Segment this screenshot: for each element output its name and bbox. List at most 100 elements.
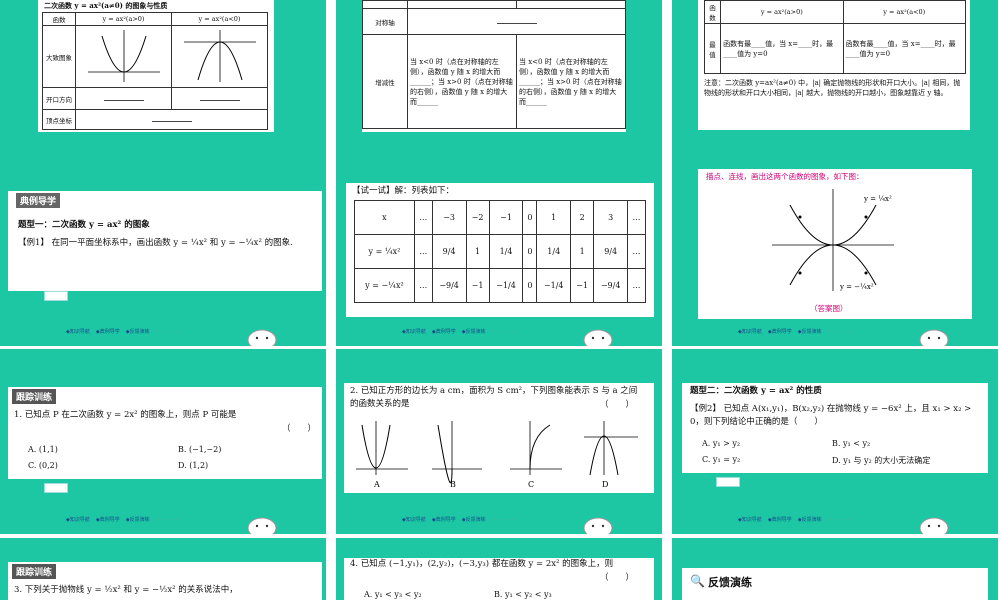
value-cell: …	[413, 200, 433, 235]
nav-button[interactable]	[716, 477, 740, 487]
slide-6: 描点、连线，画出这两个函数的图象，如下图： y = ¼x² y = −¼x² （…	[672, 161, 998, 346]
value-cell: 1/4	[488, 234, 524, 269]
footer-nav[interactable]: ◆知识导航◆典例导学◆反馈演练··········	[738, 516, 849, 524]
magnifier-icon: 🔍	[690, 574, 705, 588]
slide-7: 跟踪训练 1. 已知点 P 在二次函数 y = 2x² 的图象上，则点 P 可能…	[0, 349, 326, 534]
option-b[interactable]: B. y₁ < y₂ < y₃	[494, 590, 552, 599]
extremum-a-cell: 函数有最____值，当 x=____时，最____值为 y=0	[720, 23, 844, 74]
col-a-neg: y = ax²(a<0)	[842, 0, 967, 24]
nav-button[interactable]	[44, 291, 68, 301]
slide-9: 题型二：二次函数 y = ax² 的性质 【例2】 已知点 A(x₁,y₁)，B…	[672, 349, 998, 534]
option-b[interactable]: B. y₁ < y₂	[832, 439, 870, 448]
footer-nav[interactable]: ◆知识导航◆典例导学◆反馈演练··········	[66, 516, 177, 524]
option-graphs: A B C D	[356, 421, 638, 489]
answer-paren: （ ）	[281, 424, 316, 434]
value-cell: …	[627, 234, 646, 269]
value-table: x… −3 −2 −1 0 1 2 3… y = ¼x²… 9/4 1 1/4 0 1/4 1 9/4… y =…	[354, 200, 646, 303]
mono-left-cell: 当 x<0 时（点在对称轴的左侧），函数值 y 随 x 的增大而______；当…	[407, 34, 517, 129]
value-cell: 1	[570, 234, 595, 269]
value-cell: …	[627, 268, 646, 303]
value-table-panel: 【试一试】解：列表如下： x… −3 −2 −1 0 1 2 3… y = ¼x²… 9/4 1 1/…	[346, 183, 654, 317]
footer-nav[interactable]: ◆知识导航◆典例导学◆反馈演练··········	[66, 328, 177, 336]
option-c[interactable]: C. (0,2)	[28, 461, 58, 470]
value-cell: …	[413, 234, 433, 269]
value-cell: −9/4	[431, 268, 467, 303]
slide-12: 反馈演练 🔍	[672, 538, 998, 600]
question3-panel: 跟踪训练 3. 下列关于抛物线 y = ½x² 和 y = −½x² 的关系说法…	[8, 562, 322, 600]
section-header: 跟踪训练	[12, 564, 57, 579]
example-text: 【例1】 在同一平面坐标系中，画出函数 y = ¼x² 和 y = −¼x² 的…	[18, 238, 293, 248]
col-a-pos: y = ax²(a>0)	[75, 12, 172, 26]
option-a[interactable]: A. y₁ > y₂	[702, 439, 740, 448]
slide-5: 【试一试】解：列表如下： x… −3 −2 −1 0 1 2 3… y = ¼x²… 9/4 1 1/…	[336, 161, 662, 346]
value-cell: −1	[488, 200, 524, 235]
footer-nav[interactable]: ◆知识导航◆典例导学◆反馈演练··········	[402, 516, 513, 524]
graph-desc: 描点、连线，画出这两个函数的图象，如下图：	[706, 172, 864, 181]
slide-2: 对称轴 增减性 当 x<0 时（点在对称轴的左侧），函数值 y 随 x 的增大而…	[336, 0, 662, 185]
value-cell: −1/4	[536, 268, 572, 303]
label-pos: y = ¼x²	[863, 195, 892, 203]
example-text: 【例2】 已知点 A(x₁,y₁)，B(x₂,y₂) 在抛物线 y = −6x²…	[690, 404, 972, 427]
footer-nav[interactable]: ◆知识导航◆典例导学◆反馈演练··········	[402, 328, 513, 336]
option-a[interactable]: A. (1,1)	[28, 445, 58, 454]
question2-panel: 2. 已知正方形的边长为 a cm，面积为 S cm²，下列图象能表示 S 与 …	[344, 383, 654, 493]
nav-button[interactable]	[44, 483, 68, 493]
answer-paren: （ ）	[599, 573, 634, 583]
value-cell: 1	[536, 200, 572, 235]
slide-4: 典例导学 题型一：二次函数 y = ax² 的图象 【例1】 在同一平面坐标系中…	[0, 161, 326, 346]
value-cell: 0	[522, 268, 538, 303]
question-text: 2. 已知正方形的边长为 a cm，面积为 S cm²，下列图象能表示 S 与 …	[350, 386, 638, 409]
value-cell: −2	[465, 200, 490, 235]
type-heading: 题型二：二次函数 y = ax² 的性质	[690, 386, 822, 396]
sheep-mascot-icon	[583, 329, 613, 346]
label-neg: y = −¼x²	[839, 283, 874, 291]
value-cell: 9/4	[593, 234, 629, 269]
value-cell: 0	[522, 200, 538, 235]
extremum-table: 函数 y = ax²(a>0) y = ax²(a<0) 最值 函数有最____值，…	[703, 0, 967, 74]
value-cell: 9/4	[431, 234, 467, 269]
value-row-pos: y = ¼x²… 9/4 1 1/4 0 1/4 1 9/4…	[354, 234, 646, 269]
option-d[interactable]: D. (1,2)	[178, 461, 208, 470]
option-d[interactable]: D. y₁ 与 y₂ 的大小无法确定	[832, 455, 930, 466]
row-direction: 开口方向	[42, 87, 76, 110]
graph-down	[171, 25, 268, 88]
value-cell: …	[413, 268, 433, 303]
graph-label-b[interactable]: B	[450, 480, 456, 489]
value-cell: 3	[593, 200, 629, 235]
mono-table-panel: 对称轴 增减性 当 x<0 时（点在对称轴的左侧），函数值 y 随 x 的增大而…	[362, 0, 626, 132]
example1-panel: 典例导学 题型一：二次函数 y = ax² 的图象 【例1】 在同一平面坐标系中…	[8, 191, 322, 291]
section-header: 跟踪训练	[12, 389, 57, 404]
sheep-mascot-icon	[919, 329, 949, 346]
value-cell: y = −¼x²	[354, 268, 415, 303]
table-title: 二次函数 y = ax²(a≠0) 的图象与性质	[44, 1, 168, 10]
option-c[interactable]: C. y₁ = y₂	[702, 455, 740, 464]
footer-nav[interactable]: ◆知识导航◆典例导学◆反馈演练··········	[738, 328, 849, 336]
value-cell: …	[627, 200, 646, 235]
value-cell: 1	[465, 234, 490, 269]
slide-3: 函数 y = ax²(a>0) y = ax²(a<0) 最值 函数有最____值，…	[672, 0, 998, 185]
example2-panel: 题型二：二次函数 y = ax² 的性质 【例2】 已知点 A(x₁,y₁)，B…	[682, 383, 988, 473]
mono-right-cell: 当 x<0 时（点在对称轴的左侧），函数值 y 随 x 的增大而______；当…	[516, 34, 626, 129]
mono-table: 对称轴 增减性 当 x<0 时（点在对称轴的左侧），函数值 y 随 x 的增大而…	[362, 0, 626, 129]
graph-label-a[interactable]: A	[373, 480, 380, 489]
sheep-mascot-icon	[247, 329, 277, 346]
parabola-graph: y = ¼x² y = −¼x²	[772, 189, 894, 291]
value-cell: x	[354, 200, 415, 235]
extremum-panel: 函数 y = ax²(a>0) y = ax²(a<0) 最值 函数有最____值，…	[698, 0, 970, 130]
slide-11: 4. 已知点 (−1,y₁)，(2,y₂)，(−3,y₃) 都在函数 y = 2…	[336, 538, 662, 600]
graph-label-c[interactable]: C	[528, 480, 534, 489]
option-a[interactable]: A. y₁ < y₃ < y₂	[364, 590, 422, 599]
question-text: 4. 已知点 (−1,y₁)，(2,y₂)，(−3,y₃) 都在函数 y = 2…	[350, 559, 614, 569]
properties-table: 函数 y = ax²(a>0) y = ax²(a<0) 大致图象 开口方向 顶点坐…	[42, 12, 268, 130]
row-extremum: 最值	[703, 23, 722, 74]
note-text: 注意：二次函数 y=ax²(a≠0) 中，|a| 确定抛物线的形状和开口大小。|…	[704, 79, 961, 97]
feedback-panel: 反馈演练 🔍	[682, 568, 988, 600]
section-header: 反馈演练	[708, 576, 752, 589]
answer-caption: （答案图）	[810, 304, 848, 313]
graph-up	[75, 25, 172, 88]
option-b[interactable]: B. (−1,−2)	[178, 445, 221, 454]
value-cell: 2	[570, 200, 595, 235]
value-cell: −1	[465, 268, 490, 303]
graph-label-d[interactable]: D	[602, 480, 608, 489]
try-title: 【试一试】解：列表如下：	[352, 186, 455, 196]
